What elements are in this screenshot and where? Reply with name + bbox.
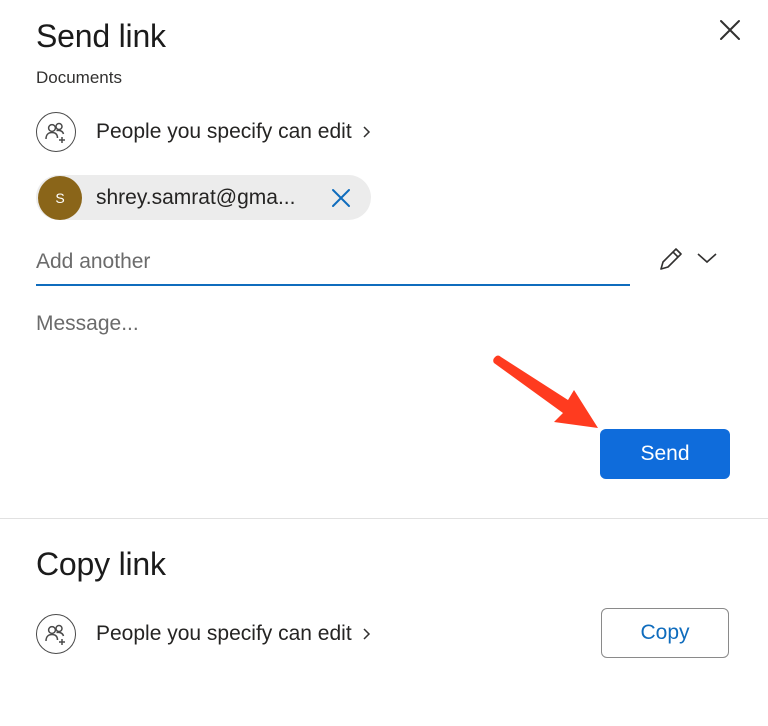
send-link-title: Send link: [36, 18, 166, 54]
recipient-email: shrey.samrat@gma...: [96, 185, 296, 209]
send-permission-selector[interactable]: People you specify can edit: [36, 112, 372, 152]
copy-button[interactable]: Copy: [601, 608, 729, 658]
people-add-icon: [36, 112, 76, 152]
people-add-icon: [36, 614, 76, 654]
chevron-down-icon: [697, 253, 717, 264]
add-recipient-input[interactable]: [36, 240, 630, 286]
send-permission-label: People you specify can edit: [96, 120, 352, 143]
document-name: Documents: [36, 68, 122, 87]
recipient-chip: S shrey.samrat@gma...: [36, 175, 371, 220]
annotation-arrow-icon: [493, 355, 598, 428]
avatar: S: [38, 175, 82, 220]
edit-permission-button[interactable]: [656, 244, 686, 274]
copy-link-title: Copy link: [36, 546, 166, 582]
copy-permission-label: People you specify can edit: [96, 622, 352, 645]
send-button[interactable]: Send: [600, 429, 730, 479]
chevron-right-icon: [363, 628, 370, 640]
remove-recipient-button[interactable]: [328, 185, 354, 211]
copy-permission-selector[interactable]: People you specify can edit: [36, 614, 372, 654]
close-icon: [332, 188, 350, 207]
close-button[interactable]: [712, 12, 748, 48]
section-divider: [0, 518, 768, 519]
permission-dropdown-button[interactable]: [696, 250, 718, 266]
close-icon: [720, 20, 740, 40]
message-field[interactable]: [36, 312, 730, 408]
pencil-icon: [660, 248, 682, 270]
chevron-right-icon: [363, 126, 370, 138]
